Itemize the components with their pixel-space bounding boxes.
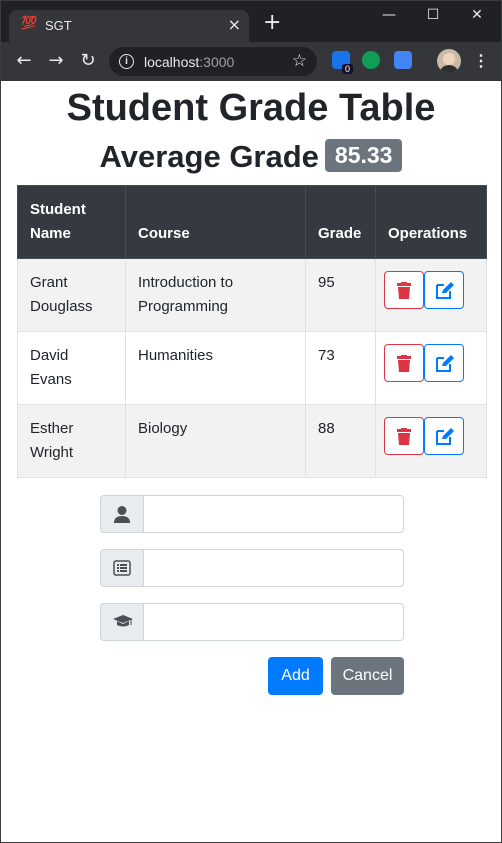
page-title: Student Grade Table xyxy=(66,87,436,129)
operations-cell xyxy=(375,331,487,405)
cancel-button[interactable]: Cancel xyxy=(331,657,404,695)
grade-table: Student Name Course Grade Operations Gra… xyxy=(17,185,487,478)
course-cell: Humanities xyxy=(125,331,306,405)
table-row: Esther Wright Biology 88 xyxy=(17,404,487,478)
extension-badge: 0 xyxy=(342,64,354,74)
kebab-menu-icon[interactable]: ⋮ xyxy=(473,51,489,71)
grade-cell: 95 xyxy=(305,258,376,332)
user-icon-addon xyxy=(100,495,144,533)
close-icon[interactable]: × xyxy=(228,15,241,34)
trash-icon xyxy=(397,428,411,445)
header-grade: Grade xyxy=(305,185,376,259)
trash-icon xyxy=(397,282,411,299)
browser-tab[interactable]: 💯 SGT × xyxy=(9,10,249,42)
graduation-cap-addon xyxy=(100,603,144,641)
maximize-button[interactable]: ☐ xyxy=(411,7,455,29)
address-bar[interactable]: i localhost:3000 ☆ xyxy=(109,47,317,76)
add-button[interactable]: Add xyxy=(268,657,323,695)
hundred-points-icon: 💯 xyxy=(21,16,38,31)
back-arrow-icon[interactable]: ← xyxy=(13,50,35,72)
delete-button[interactable] xyxy=(384,271,424,309)
info-icon[interactable]: i xyxy=(119,54,134,69)
delete-button[interactable] xyxy=(384,417,424,455)
operations-cell xyxy=(375,404,487,478)
minimize-button[interactable]: — xyxy=(367,7,411,29)
average-grade-badge: 85.33 xyxy=(324,139,403,172)
student-name-cell: David Evans xyxy=(17,331,126,405)
course-cell: Biology xyxy=(125,404,306,478)
reload-icon[interactable]: ↻ xyxy=(77,50,99,72)
header-course: Course xyxy=(125,185,306,259)
student-name-input[interactable] xyxy=(143,495,404,533)
grade-cell: 88 xyxy=(305,404,376,478)
tab-title: SGT xyxy=(45,18,72,33)
average-grade-label: Average Grade xyxy=(99,139,319,174)
edit-button[interactable] xyxy=(424,344,464,382)
browser-toolbar: ← → ↻ i localhost:3000 ☆ 0 ⋮ xyxy=(1,42,501,81)
course-input[interactable] xyxy=(143,549,404,587)
student-name-cell: Grant Douglass xyxy=(17,258,126,332)
header-student-name: Student Name xyxy=(17,185,126,259)
student-name-cell: Esther Wright xyxy=(17,404,126,478)
translate-icon[interactable] xyxy=(394,51,412,69)
grade-input[interactable] xyxy=(143,603,404,641)
forward-arrow-icon[interactable]: → xyxy=(45,50,67,72)
avatar[interactable] xyxy=(437,49,461,73)
edit-icon xyxy=(436,355,454,372)
edit-icon xyxy=(436,428,454,445)
operations-cell xyxy=(375,258,487,332)
list-alt-icon xyxy=(113,560,131,576)
window-close-button[interactable]: ✕ xyxy=(455,7,499,29)
user-icon xyxy=(114,506,130,523)
student-name-group xyxy=(100,495,404,533)
average-grade-heading: Average Grade 85.33 xyxy=(1,139,501,175)
list-icon-addon xyxy=(100,549,144,587)
edit-button[interactable] xyxy=(424,417,464,455)
edit-button[interactable] xyxy=(424,271,464,309)
course-cell: Introduction to Programming xyxy=(125,258,306,332)
table-row: Grant Douglass Introduction to Programmi… xyxy=(17,258,487,332)
grade-cell: 73 xyxy=(305,331,376,405)
edit-icon xyxy=(436,282,454,299)
trash-icon xyxy=(397,355,411,372)
table-row: David Evans Humanities 73 xyxy=(17,331,487,405)
graduation-cap-icon xyxy=(113,615,133,627)
page-content: Student Grade Table Average Grade 85.33 S… xyxy=(1,81,501,842)
course-group xyxy=(100,549,404,587)
title-bar: 💯 SGT × + — ☐ ✕ xyxy=(1,1,501,42)
browser-window: 💯 SGT × + — ☐ ✕ ← → ↻ i localhost:3000 ☆… xyxy=(0,0,502,843)
delete-button[interactable] xyxy=(384,344,424,382)
bookmark-star-icon[interactable]: ☆ xyxy=(292,51,307,71)
new-tab-button[interactable]: + xyxy=(263,12,281,34)
header-operations: Operations xyxy=(375,185,487,259)
url-text[interactable]: localhost:3000 xyxy=(144,54,234,70)
hangouts-icon[interactable] xyxy=(362,51,380,69)
grade-group xyxy=(100,603,404,641)
